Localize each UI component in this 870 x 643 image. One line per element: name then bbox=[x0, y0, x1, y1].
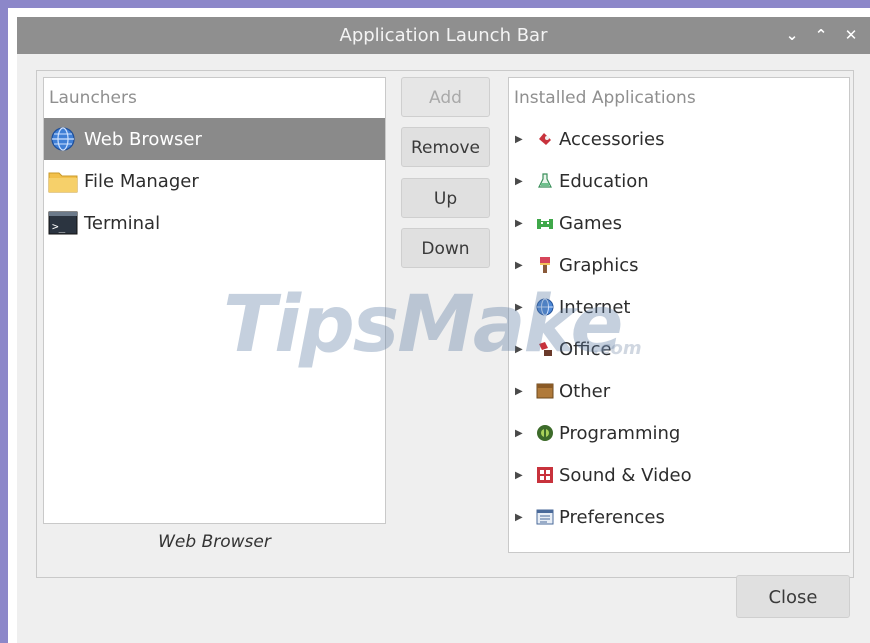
remove-button[interactable]: Remove bbox=[401, 127, 490, 167]
category-graphics[interactable]: ▶ Graphics bbox=[509, 244, 849, 286]
window-title: Application Launch Bar bbox=[339, 25, 548, 46]
launcher-label: File Manager bbox=[84, 170, 199, 192]
accessories-icon bbox=[535, 129, 555, 149]
terminal-icon: >_ bbox=[48, 209, 78, 237]
category-label: Office bbox=[559, 338, 612, 360]
desktop-frame-left bbox=[0, 0, 8, 643]
dialog-content: Launchers Web Browser File Manager >_ Te… bbox=[36, 70, 854, 578]
category-label: Graphics bbox=[559, 254, 639, 276]
globe-icon bbox=[48, 125, 78, 153]
category-label: Accessories bbox=[559, 128, 665, 150]
expand-arrow-icon[interactable]: ▶ bbox=[515, 302, 527, 313]
installed-applications-list[interactable]: Installed Applications ▶ Accessories ▶ E… bbox=[508, 77, 850, 553]
category-label: Games bbox=[559, 212, 622, 234]
svg-text:>_: >_ bbox=[52, 220, 66, 233]
category-label: Education bbox=[559, 170, 649, 192]
expand-arrow-icon[interactable]: ▶ bbox=[515, 428, 527, 439]
up-button[interactable]: Up bbox=[401, 178, 490, 218]
education-icon bbox=[535, 171, 555, 191]
expand-arrow-icon[interactable]: ▶ bbox=[515, 260, 527, 271]
internet-icon bbox=[535, 297, 555, 317]
category-sound-video[interactable]: ▶ Sound & Video bbox=[509, 454, 849, 496]
launchers-list[interactable]: Launchers Web Browser File Manager >_ Te… bbox=[43, 77, 386, 524]
category-label: Other bbox=[559, 380, 611, 402]
installed-applications-header: Installed Applications bbox=[514, 88, 696, 108]
category-label: Programming bbox=[559, 422, 681, 444]
close-window-button[interactable]: ✕ bbox=[840, 17, 862, 54]
office-icon bbox=[535, 339, 555, 359]
maximize-button[interactable]: ⌃ bbox=[810, 17, 832, 54]
launcher-label: Web Browser bbox=[84, 128, 202, 150]
preferences-icon bbox=[535, 507, 555, 527]
launchers-header: Launchers bbox=[49, 88, 137, 108]
expand-arrow-icon[interactable]: ▶ bbox=[515, 218, 527, 229]
expand-arrow-icon[interactable]: ▶ bbox=[515, 386, 527, 397]
programming-icon bbox=[535, 423, 555, 443]
add-button[interactable]: Add bbox=[401, 77, 490, 117]
launcher-label: Terminal bbox=[84, 212, 161, 234]
other-icon bbox=[535, 381, 555, 401]
category-education[interactable]: ▶ Education bbox=[509, 160, 849, 202]
expand-arrow-icon[interactable]: ▶ bbox=[515, 470, 527, 481]
down-button[interactable]: Down bbox=[401, 228, 490, 268]
title-bar[interactable]: Application Launch Bar ⌄ ⌃ ✕ bbox=[17, 17, 870, 54]
category-label: Preferences bbox=[559, 506, 665, 528]
desktop-frame-top bbox=[0, 0, 870, 8]
category-internet[interactable]: ▶ Internet bbox=[509, 286, 849, 328]
category-preferences[interactable]: ▶ Preferences bbox=[509, 496, 849, 538]
selected-launcher-caption: Web Browser bbox=[158, 532, 271, 552]
launcher-item-file-manager[interactable]: File Manager bbox=[44, 160, 385, 202]
expand-arrow-icon[interactable]: ▶ bbox=[515, 176, 527, 187]
category-programming[interactable]: ▶ Programming bbox=[509, 412, 849, 454]
launcher-item-web-browser[interactable]: Web Browser bbox=[44, 118, 385, 160]
games-icon bbox=[535, 213, 555, 233]
category-other[interactable]: ▶ Other bbox=[509, 370, 849, 412]
launch-bar-dialog: Application Launch Bar ⌄ ⌃ ✕ Launchers W… bbox=[17, 17, 870, 643]
folder-icon bbox=[48, 167, 78, 195]
category-games[interactable]: ▶ Games bbox=[509, 202, 849, 244]
expand-arrow-icon[interactable]: ▶ bbox=[515, 512, 527, 523]
category-label: Sound & Video bbox=[559, 464, 692, 486]
category-office[interactable]: ▶ Office bbox=[509, 328, 849, 370]
category-accessories[interactable]: ▶ Accessories bbox=[509, 118, 849, 160]
expand-arrow-icon[interactable]: ▶ bbox=[515, 344, 527, 355]
category-label: Internet bbox=[559, 296, 631, 318]
sound-video-icon bbox=[535, 465, 555, 485]
graphics-icon bbox=[535, 255, 555, 275]
minimize-button[interactable]: ⌄ bbox=[781, 17, 803, 54]
close-button[interactable]: Close bbox=[736, 575, 850, 618]
expand-arrow-icon[interactable]: ▶ bbox=[515, 134, 527, 145]
launcher-item-terminal[interactable]: >_ Terminal bbox=[44, 202, 385, 244]
